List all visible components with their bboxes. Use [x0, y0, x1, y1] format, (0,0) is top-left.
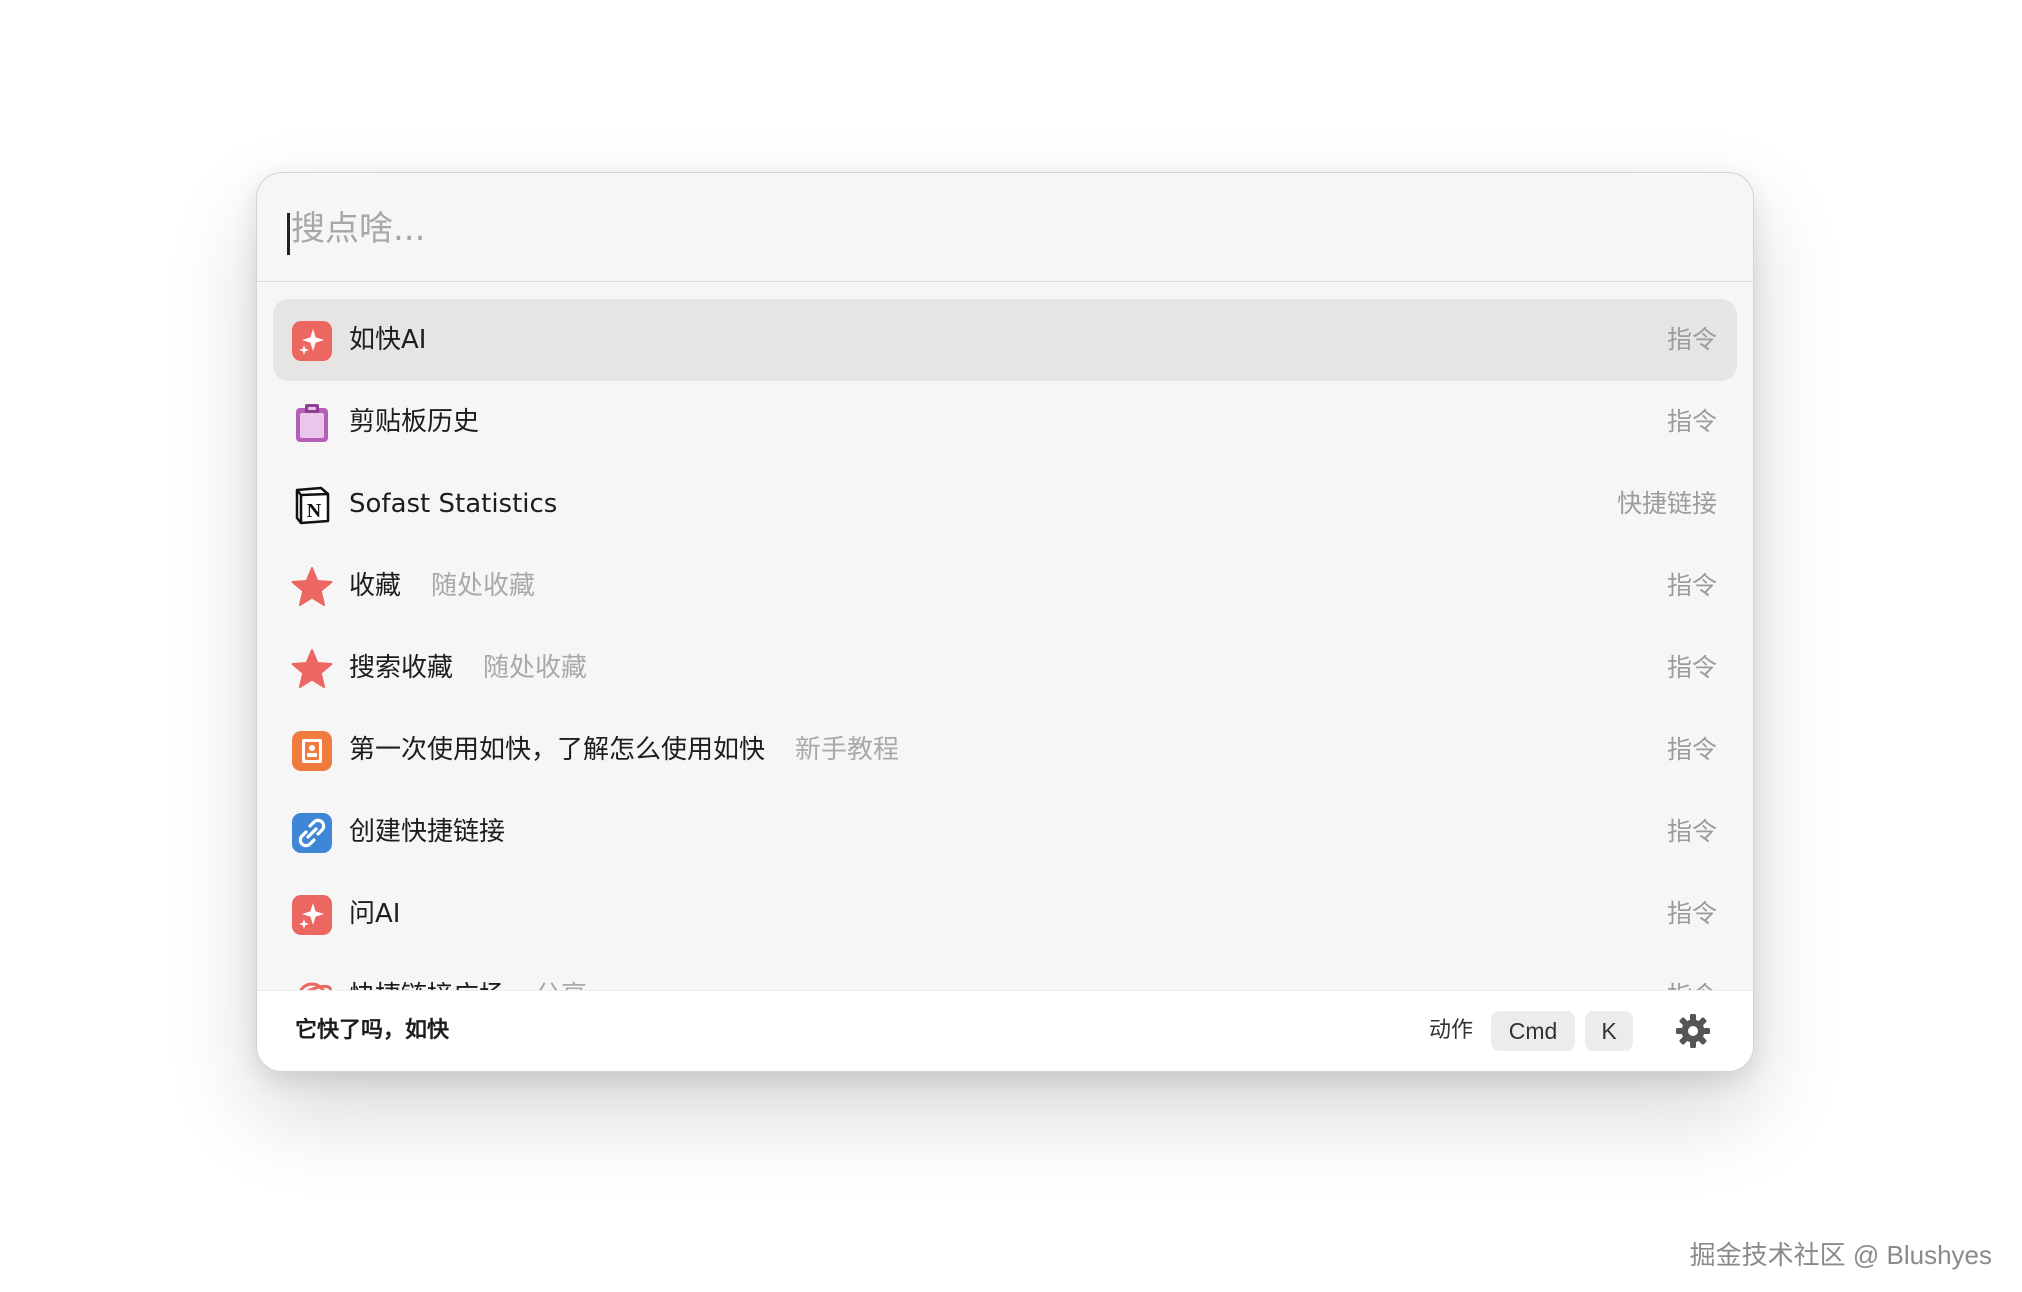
- result-row-favorites[interactable]: 收藏 随处收藏 指令: [273, 545, 1737, 627]
- result-row-ruquai-ai[interactable]: 如快AI 指令: [273, 299, 1737, 381]
- result-title: 创建快捷链接: [349, 817, 506, 847]
- result-kind: 指令: [1666, 325, 1717, 354]
- footer-slogan: 它快了吗，如快: [295, 1018, 450, 1043]
- search-bar: [257, 173, 1753, 282]
- result-row-clipboard-history[interactable]: 剪贴板历史 指令: [273, 381, 1737, 463]
- result-kind: 指令: [1666, 899, 1717, 928]
- watermark: 掘金技术社区 @ Blushyes: [1689, 1240, 1992, 1270]
- launcher-window: 如快AI 指令 剪贴板历史 指令: [256, 172, 1754, 1072]
- result-subtitle: 随处收藏: [483, 653, 588, 683]
- result-kind: 指令: [1666, 817, 1717, 846]
- result-title: 收藏 随处收藏: [349, 571, 536, 601]
- notion-icon: N: [291, 484, 333, 526]
- footer-bar: 它快了吗，如快 动作 Cmd K: [257, 990, 1753, 1071]
- result-title: 如快AI: [349, 325, 427, 355]
- shortcut-key-cmd: Cmd: [1491, 1011, 1575, 1051]
- shortcut-key-k: K: [1585, 1011, 1633, 1051]
- result-kind: 指令: [1666, 653, 1717, 682]
- result-kind: 快捷链接: [1616, 489, 1717, 518]
- result-title: 第一次使用如快，了解怎么使用如快 新手教程: [349, 735, 900, 765]
- result-kind: 指令: [1666, 407, 1717, 436]
- gear-icon[interactable]: [1675, 1013, 1711, 1049]
- result-row-sofast-statistics[interactable]: N Sofast Statistics 快捷链接: [273, 463, 1737, 545]
- result-kind: 指令: [1666, 571, 1717, 600]
- result-title: Sofast Statistics: [349, 489, 558, 519]
- result-subtitle: 新手教程: [795, 735, 900, 765]
- result-title: 剪贴板历史: [349, 407, 480, 437]
- search-input[interactable]: [287, 201, 1491, 257]
- result-title: 问AI: [349, 899, 401, 929]
- sparkle-icon: [291, 320, 333, 362]
- result-row-search-favorites[interactable]: 搜索收藏 随处收藏 指令: [273, 627, 1737, 709]
- results-list: 如快AI 指令 剪贴板历史 指令 N Sofast Statistics 快捷链…: [273, 299, 1737, 1013]
- result-subtitle: 随处收藏: [431, 571, 536, 601]
- result-row-first-time-guide[interactable]: 第一次使用如快，了解怎么使用如快 新手教程 指令: [273, 709, 1737, 791]
- result-title: 搜索收藏 随处收藏: [349, 653, 588, 683]
- result-row-create-quicklink[interactable]: 创建快捷链接 指令: [273, 791, 1737, 873]
- result-kind: 指令: [1666, 735, 1717, 764]
- link-icon: [291, 812, 333, 854]
- star-icon: [291, 566, 333, 608]
- actions-button[interactable]: 动作: [1429, 991, 1473, 1071]
- star-icon: [291, 648, 333, 690]
- sparkle-icon: [291, 894, 333, 936]
- desktop-background: 如快AI 指令 剪贴板历史 指令: [0, 0, 2022, 1292]
- svg-text:N: N: [307, 500, 322, 522]
- clipboard-icon: [291, 402, 333, 444]
- guide-book-icon: [291, 730, 333, 772]
- result-row-ask-ai[interactable]: 问AI 指令: [273, 873, 1737, 955]
